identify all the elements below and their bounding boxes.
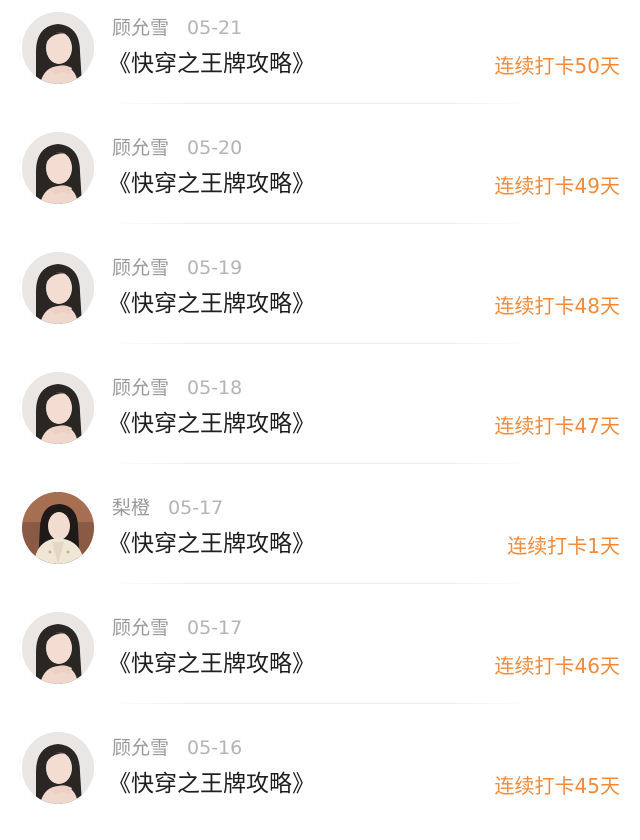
user-avatar[interactable] [22,612,94,684]
streak-count: 连续打卡45天 [494,774,620,798]
streak-count: 连续打卡49天 [494,174,620,198]
checkin-item[interactable]: 梨橙 05-17 《快穿之王牌攻略》 连续打卡1天 [0,480,640,600]
user-line: 顾允雪 05-18 [112,374,242,402]
checkin-item[interactable]: 顾允雪 05-20 《快穿之王牌攻略》 连续打卡49天 [0,120,640,240]
book-title[interactable]: 《快穿之王牌攻略》 [108,287,315,321]
user-line: 顾允雪 05-21 [112,14,242,42]
user-line: 梨橙 05-17 [112,494,223,522]
divider [112,343,528,344]
username[interactable]: 梨橙 [112,497,150,519]
checkin-date: 05-16 [187,737,243,759]
checkin-list: 顾允雪 05-21 《快穿之王牌攻略》 连续打卡50天 顾允雪 05-20 《快穿之… [0,0,640,817]
avatar-girl-long-hair-icon [22,252,94,324]
user-avatar[interactable] [22,732,94,804]
book-title[interactable]: 《快穿之王牌攻略》 [108,47,315,81]
avatar-girl-long-hair-icon [22,132,94,204]
book-title[interactable]: 《快穿之王牌攻略》 [108,647,315,681]
checkin-date: 05-17 [168,497,224,519]
avatar-girl-long-hair-icon [22,732,94,804]
checkin-item[interactable]: 顾允雪 05-21 《快穿之王牌攻略》 连续打卡50天 [0,0,640,120]
checkin-item[interactable]: 顾允雪 05-19 《快穿之王牌攻略》 连续打卡48天 [0,240,640,360]
divider [112,223,528,224]
avatar-girl-long-hair-icon [22,612,94,684]
streak-count: 连续打卡1天 [507,534,620,558]
streak-count: 连续打卡47天 [494,414,620,438]
book-title[interactable]: 《快穿之王牌攻略》 [108,167,315,201]
user-avatar[interactable] [22,372,94,444]
username[interactable]: 顾允雪 [112,257,169,279]
username[interactable]: 顾允雪 [112,137,169,159]
user-line: 顾允雪 05-17 [112,614,242,642]
checkin-item[interactable]: 顾允雪 05-17 《快穿之王牌攻略》 连续打卡46天 [0,600,640,720]
user-avatar[interactable] [22,132,94,204]
checkin-date: 05-18 [187,377,243,399]
avatar-girl-cream-jacket-icon [22,492,94,564]
user-avatar[interactable] [22,492,94,564]
avatar-girl-long-hair-icon [22,12,94,84]
divider [112,103,528,104]
streak-count: 连续打卡46天 [494,654,620,678]
streak-count: 连续打卡50天 [494,54,620,78]
book-title[interactable]: 《快穿之王牌攻略》 [108,767,315,801]
username[interactable]: 顾允雪 [112,17,169,39]
user-line: 顾允雪 05-19 [112,254,242,282]
username[interactable]: 顾允雪 [112,737,169,759]
user-avatar[interactable] [22,12,94,84]
checkin-date: 05-19 [187,257,243,279]
username[interactable]: 顾允雪 [112,377,169,399]
user-line: 顾允雪 05-20 [112,134,242,162]
book-title[interactable]: 《快穿之王牌攻略》 [108,527,315,561]
checkin-item[interactable]: 顾允雪 05-16 《快穿之王牌攻略》 连续打卡45天 [0,720,640,840]
avatar-girl-long-hair-icon [22,372,94,444]
divider [112,583,528,584]
user-line: 顾允雪 05-16 [112,734,242,762]
username[interactable]: 顾允雪 [112,617,169,639]
divider [112,703,528,704]
checkin-item[interactable]: 顾允雪 05-18 《快穿之王牌攻略》 连续打卡47天 [0,360,640,480]
checkin-date: 05-21 [187,17,243,39]
book-title[interactable]: 《快穿之王牌攻略》 [108,407,315,441]
user-avatar[interactable] [22,252,94,324]
checkin-date: 05-20 [187,137,243,159]
streak-count: 连续打卡48天 [494,294,620,318]
divider [112,463,528,464]
checkin-date: 05-17 [187,617,243,639]
